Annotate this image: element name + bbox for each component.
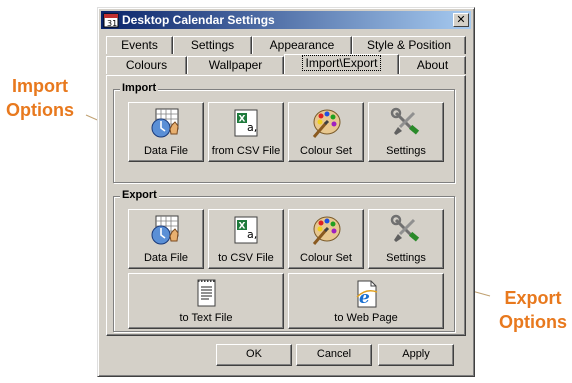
export-data-file-button[interactable]: Data File [128,209,204,269]
palette-icon [312,216,341,245]
tab-settings[interactable]: Settings [173,36,252,54]
tab-colours[interactable]: Colours [106,56,187,74]
export-group: Export Data File X a, to CSV File Colour… [113,189,455,332]
ok-button[interactable]: OK [216,344,292,366]
export-settings-button[interactable]: Settings [368,209,444,269]
export-colour-set-button[interactable]: Colour Set [288,209,364,269]
svg-text:a,: a, [247,121,257,134]
tab-wallpaper[interactable]: Wallpaper [187,56,284,74]
excel-icon: X a, [234,109,258,137]
ie-document-icon: e [356,280,378,308]
import-export-panel: Import Data File X a, from CSV File Colo… [106,75,466,336]
window-title: Desktop Calendar Settings [122,13,275,27]
import-csv-file-button[interactable]: X a, from CSV File [208,102,284,162]
close-icon: ✕ [456,13,466,26]
settings-window: 31 Desktop Calendar Settings ✕ Events Se… [97,7,475,377]
text-document-icon [197,279,216,307]
close-button[interactable]: ✕ [453,13,469,27]
palette-icon [312,109,341,138]
tools-icon [390,107,420,135]
tab-appearance[interactable]: Appearance [252,36,352,54]
svg-text:X: X [239,222,246,232]
export-group-label: Export [120,189,159,201]
export-web-page-button[interactable]: e to Web Page [288,273,444,329]
svg-text:X: X [239,115,246,125]
export-csv-file-button[interactable]: X a, to CSV File [208,209,284,269]
title-bar[interactable]: 31 Desktop Calendar Settings ✕ [101,11,471,29]
svg-text:31: 31 [107,19,117,28]
tab-style-position[interactable]: Style & Position [352,36,466,54]
tab-import-export[interactable]: Import\Export [284,54,399,74]
calendar-clock-icon [151,108,179,138]
calendar-clock-icon [151,215,179,245]
app-calendar-icon: 31 [103,13,119,28]
excel-icon: X a, [234,216,258,244]
import-data-file-button[interactable]: Data File [128,102,204,162]
import-group: Import Data File X a, from CSV File Colo… [113,82,455,183]
tab-about[interactable]: About [399,56,466,74]
import-options-callout: Import Options [6,76,74,120]
export-options-callout: Export Options [499,288,567,332]
svg-text:a,: a, [247,228,257,241]
tools-icon [390,214,420,242]
export-text-file-button[interactable]: to Text File [128,273,284,329]
import-group-label: Import [120,82,159,94]
cancel-button[interactable]: Cancel [296,344,372,366]
apply-button[interactable]: Apply [378,344,454,366]
import-settings-button[interactable]: Settings [368,102,444,162]
tab-events[interactable]: Events [106,36,173,54]
import-colour-set-button[interactable]: Colour Set [288,102,364,162]
